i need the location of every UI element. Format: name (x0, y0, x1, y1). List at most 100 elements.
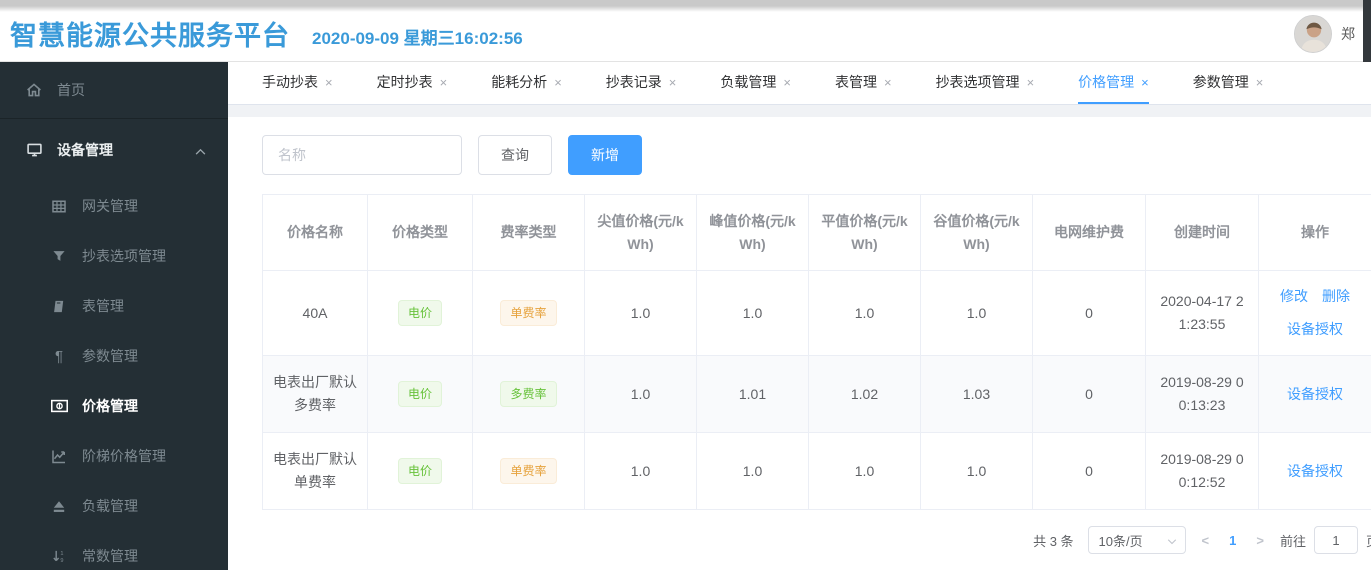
sidebar-item-meter-management[interactable]: 表管理 (0, 281, 228, 331)
row-actions: 设备授权 (1269, 460, 1361, 483)
close-icon[interactable]: × (440, 75, 448, 90)
close-icon[interactable]: × (1141, 75, 1149, 90)
prev-page-button[interactable]: < (1200, 533, 1212, 548)
tab-meter-reading-options[interactable]: 抄表选项管理 × (936, 62, 1035, 104)
page-number-1[interactable]: 1 (1225, 533, 1240, 548)
window-edge (1363, 0, 1371, 62)
money-icon (50, 399, 68, 413)
page-size-select[interactable]: 10条/页 (1087, 526, 1186, 554)
search-row: 查询 新增 (262, 135, 1371, 175)
next-page-button[interactable]: > (1254, 533, 1266, 548)
rate-type-badge: 单费率 (500, 300, 557, 326)
sidebar-item-gateway-management[interactable]: 网关管理 (0, 181, 228, 231)
tab-price-management[interactable]: 价格管理 × (1078, 62, 1149, 104)
flat-price: 1.0 (808, 432, 921, 510)
flat-price: 1.0 (808, 270, 921, 356)
name-search-input[interactable] (262, 135, 462, 175)
close-icon[interactable]: × (669, 75, 677, 90)
grid-fee: 0 (1032, 432, 1146, 510)
tab-label: 抄表记录 (605, 74, 662, 90)
device-authorize-link[interactable]: 设备授权 (1287, 383, 1343, 406)
device-authorize-link[interactable]: 设备授权 (1287, 318, 1343, 341)
tab-scheduled-meter-reading[interactable]: 定时抄表 × (377, 62, 448, 104)
sharp-price: 1.0 (584, 270, 697, 356)
table-row: 电表出厂默认多费率 电价 多费率 1.0 1.01 1.02 1.03 0 20… (262, 355, 1371, 433)
price-table: 价格名称 价格类型 费率类型 尖值价格(元/kWh) 峰值价格(元/kWh) 平… (262, 194, 1371, 510)
username: 郑 (1341, 26, 1355, 42)
pilcrow-icon: ¶ (54, 347, 64, 365)
sidebar-group-label: 设备管理 (57, 142, 113, 158)
add-button[interactable]: 新增 (568, 135, 642, 175)
tab-meter-management[interactable]: 表管理 × (835, 62, 892, 104)
close-icon[interactable]: × (554, 75, 562, 90)
edit-link[interactable]: 修改 (1280, 285, 1308, 308)
sidebar-item-label: 参数管理 (82, 348, 138, 364)
tab-energy-analysis[interactable]: 能耗分析 × (491, 62, 562, 104)
tab-label: 价格管理 (1078, 74, 1135, 90)
device-authorize-link[interactable]: 设备授权 (1287, 460, 1343, 483)
sidebar: 首页 设备管理 网关管理 抄表选项管理 表管理 ¶ 参数管理 价格管理 阶梯价格… (0, 62, 228, 570)
valley-price: 1.03 (920, 355, 1033, 433)
created-time: 2020-04-17 21:23:55 (1145, 270, 1259, 356)
sidebar-group-device-management[interactable]: 设备管理 (0, 119, 228, 181)
col-rate-type: 费率类型 (472, 194, 585, 271)
tab-label: 定时抄表 (376, 74, 433, 90)
peak-price: 1.0 (696, 270, 809, 356)
sidebar-item-tiered-price-management[interactable]: 阶梯价格管理 (0, 431, 228, 481)
tab-bar: 手动抄表 × 定时抄表 × 能耗分析 × 抄表记录 × 负载管理 × 表管理 × 抄表选项管… (228, 62, 1371, 105)
price-name: 电表出厂默认多费率 (262, 355, 368, 433)
sidebar-item-home[interactable]: 首页 (0, 62, 228, 119)
pagination: 共 3 条 10条/页 < 1 > 前往 页 (262, 510, 1371, 570)
tab-label: 表管理 (834, 74, 877, 90)
col-flat-price: 平值价格(元/kWh) (808, 194, 921, 271)
sidebar-item-parameter-management[interactable]: ¶ 参数管理 (0, 331, 228, 381)
close-icon[interactable]: × (1256, 75, 1264, 90)
created-time: 2019-08-29 00:13:23 (1145, 355, 1259, 433)
sidebar-item-label: 价格管理 (82, 398, 138, 414)
user-area[interactable]: 郑 (1294, 0, 1355, 62)
tab-manual-meter-reading[interactable]: 手动抄表 × (262, 62, 333, 104)
tab-label: 负载管理 (720, 74, 777, 90)
rate-type-badge: 单费率 (500, 458, 557, 484)
close-icon[interactable]: × (884, 75, 892, 90)
jump-suffix: 页 (1366, 531, 1371, 550)
price-type-badge: 电价 (397, 300, 442, 326)
sidebar-item-label: 网关管理 (82, 198, 138, 214)
table-row: 电表出厂默认单费率 电价 单费率 1.0 1.0 1.0 1.0 0 2019-… (262, 432, 1371, 510)
tab-label: 抄表选项管理 (935, 74, 1020, 90)
col-actions: 操作 (1258, 194, 1371, 271)
col-valley-price: 谷值价格(元/kWh) (920, 194, 1033, 271)
sidebar-item-constant-management[interactable]: 19 常数管理 (0, 531, 228, 570)
tab-load-management[interactable]: 负载管理 × (720, 62, 791, 104)
col-price-name: 价格名称 (262, 194, 368, 271)
close-icon[interactable]: × (1027, 75, 1035, 90)
jump-page-input[interactable] (1313, 526, 1358, 554)
jump-label: 前往 (1279, 533, 1306, 549)
sidebar-item-load-management[interactable]: 负载管理 (0, 481, 228, 531)
tab-parameter-management[interactable]: 参数管理 × (1193, 62, 1264, 104)
price-management-panel: 查询 新增 价格名称 价格类型 费率类型 尖值价格(元/kWh) 峰值价格(元/… (228, 117, 1371, 570)
filter-icon (50, 249, 68, 263)
price-type-badge: 电价 (397, 458, 442, 484)
sharp-price: 1.0 (584, 355, 697, 433)
jump-to-page: 前往 页 (1280, 526, 1371, 554)
table-row: 40A 电价 单费率 1.0 1.0 1.0 1.0 0 2020-04-17 … (262, 270, 1371, 356)
user-avatar[interactable] (1294, 15, 1332, 53)
grid-icon (50, 199, 68, 214)
rate-type-badge: 多费率 (500, 381, 557, 407)
close-icon[interactable]: × (783, 75, 791, 90)
grid-fee: 0 (1032, 270, 1146, 356)
sidebar-item-price-management[interactable]: 价格管理 (0, 381, 228, 431)
close-icon[interactable]: × (325, 75, 333, 90)
delete-link[interactable]: 删除 (1322, 285, 1350, 308)
col-sharp-price: 尖值价格(元/kWh) (584, 194, 697, 271)
query-button[interactable]: 查询 (478, 135, 552, 175)
app-header: 智慧能源公共服务平台 2020-09-09 星期三16:02:56 郑 (0, 0, 1371, 62)
tab-meter-reading-records[interactable]: 抄表记录 × (606, 62, 677, 104)
price-name: 电表出厂默认单费率 (262, 432, 368, 510)
sharp-price: 1.0 (584, 432, 697, 510)
price-name: 40A (262, 270, 368, 356)
chevron-down-icon (1167, 533, 1177, 548)
sidebar-item-meter-reading-options[interactable]: 抄表选项管理 (0, 231, 228, 281)
created-time: 2019-08-29 00:12:52 (1145, 432, 1259, 510)
